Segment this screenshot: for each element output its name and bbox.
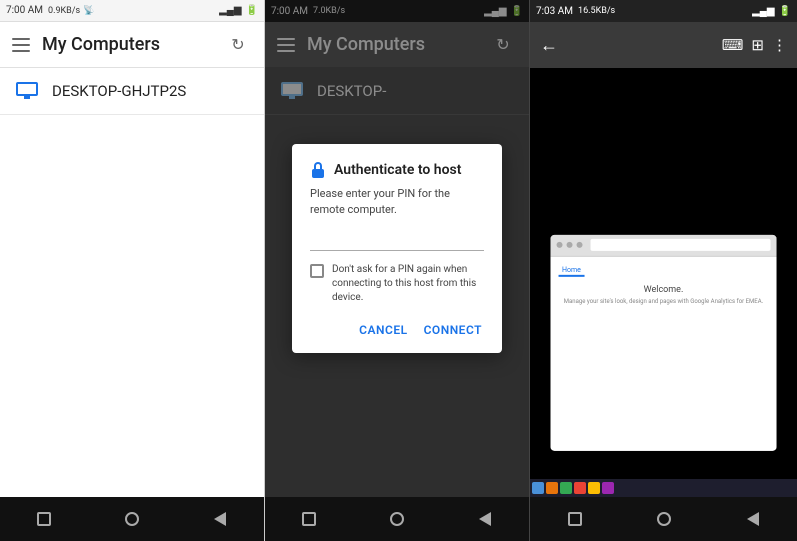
battery-icon-left: 🔋 <box>246 5 258 16</box>
dialog-actions: CANCEL CONNECT <box>310 319 484 341</box>
keyboard-icon[interactable]: ⌨ <box>722 36 744 54</box>
app-title-left: My Computers <box>42 34 212 55</box>
browser-nav: Home <box>558 264 769 276</box>
dont-ask-label: Don't ask for a PIN again when connectin… <box>332 263 484 305</box>
connect-button[interactable]: CONNECT <box>422 319 484 341</box>
browser-urlbar <box>590 239 771 251</box>
wifi-icon-right: ▂▄▆ <box>752 6 774 17</box>
pin-input[interactable] <box>310 227 484 251</box>
dont-ask-checkbox[interactable] <box>310 264 324 278</box>
browser-body: Home Welcome. Manage your site's look, d… <box>550 256 777 450</box>
taskbar-icon-3 <box>560 482 572 494</box>
browser-mockup: Home Welcome. Manage your site's look, d… <box>550 234 777 450</box>
nav-square-right[interactable] <box>560 504 590 534</box>
dialog-overlay: Authenticate to host Please enter your P… <box>265 0 529 497</box>
computer-name-left-0: DESKTOP-GHJTP2S <box>52 82 186 100</box>
network-left: 0.9KB/s <box>48 6 80 16</box>
signal-icon-left: 📡 <box>83 6 94 16</box>
taskbar-icon-4 <box>574 482 586 494</box>
taskbar-mock <box>530 479 797 497</box>
time-left: 7:00 AM <box>6 5 43 16</box>
cancel-button[interactable]: CANCEL <box>357 319 409 341</box>
nav-circle-left[interactable] <box>117 504 147 534</box>
refresh-button-left[interactable]: ↻ <box>224 31 252 59</box>
browser-welcome: Welcome. Manage your site's look, design… <box>558 284 769 305</box>
nav-back-right[interactable] <box>738 504 768 534</box>
nav-square-left[interactable] <box>29 504 59 534</box>
more-icon[interactable]: ⋮ <box>772 36 787 54</box>
nav-bar-right <box>530 497 797 541</box>
browser-welcome-text: Manage your site's look, design and page… <box>558 297 769 305</box>
lock-icon <box>310 162 326 178</box>
taskbar-icon-6 <box>602 482 614 494</box>
app-bar-right: ← ⌨ ⊞ ⋮ <box>530 22 797 68</box>
panel-left: 7:00 AM 0.9KB/s 📡 ▂▄▆ 🔋 My Computers ↻ D… <box>0 0 265 541</box>
browser-dot-2 <box>566 242 572 248</box>
grid-icon[interactable]: ⊞ <box>751 36 764 54</box>
browser-dot-1 <box>556 242 562 248</box>
nav-square-mid[interactable] <box>294 504 324 534</box>
nav-circle-mid[interactable] <box>382 504 412 534</box>
dialog-header: Authenticate to host <box>310 162 484 178</box>
network-right: 16.5KB/s <box>578 6 615 16</box>
right-header-icons: ⌨ ⊞ ⋮ <box>722 36 787 54</box>
hamburger-menu-left[interactable] <box>12 38 30 52</box>
nav-back-left[interactable] <box>205 504 235 534</box>
panel-mid: 7:00 AM 7.0KB/s ▂▄▆ 🔋 My Computers ↻ DES… <box>265 0 530 541</box>
battery-icon-right: 🔋 <box>779 6 791 17</box>
status-bar-right: 7:03 AM 16.5KB/s ▂▄▆ 🔋 <box>530 0 797 22</box>
nav-circle-right[interactable] <box>649 504 679 534</box>
remote-screen-black <box>530 68 797 188</box>
nav-back-mid[interactable] <box>470 504 500 534</box>
remote-screen-preview: Home Welcome. Manage your site's look, d… <box>530 188 797 497</box>
dialog-checkbox-row: Don't ask for a PIN again when connectin… <box>310 263 484 305</box>
wifi-icon-left: ▂▄▆ <box>219 5 241 16</box>
taskbar-icon-5 <box>588 482 600 494</box>
computer-list-left: DESKTOP-GHJTP2S <box>0 68 264 497</box>
monitor-icon-left-0 <box>16 82 38 100</box>
nav-bar-mid <box>265 497 529 541</box>
status-bar-left: 7:00 AM 0.9KB/s 📡 ▂▄▆ 🔋 <box>0 0 264 22</box>
dialog-subtitle: Please enter your PIN for the remote com… <box>310 186 484 217</box>
app-bar-left: My Computers ↻ <box>0 22 264 68</box>
time-right: 7:03 AM <box>536 6 573 17</box>
nav-bar-left <box>0 497 264 541</box>
authenticate-dialog: Authenticate to host Please enter your P… <box>292 144 502 353</box>
taskbar-icon-2 <box>546 482 558 494</box>
computer-item-left-0[interactable]: DESKTOP-GHJTP2S <box>0 68 264 115</box>
back-button[interactable]: ← <box>540 35 558 56</box>
browser-toolbar <box>550 234 777 256</box>
browser-nav-home: Home <box>558 264 585 276</box>
browser-welcome-title: Welcome. <box>558 284 769 294</box>
browser-dot-3 <box>576 242 582 248</box>
dialog-title: Authenticate to host <box>334 162 461 178</box>
taskbar-icon-1 <box>532 482 544 494</box>
panel-right: 7:03 AM 16.5KB/s ▂▄▆ 🔋 ← ⌨ ⊞ ⋮ <box>530 0 797 541</box>
